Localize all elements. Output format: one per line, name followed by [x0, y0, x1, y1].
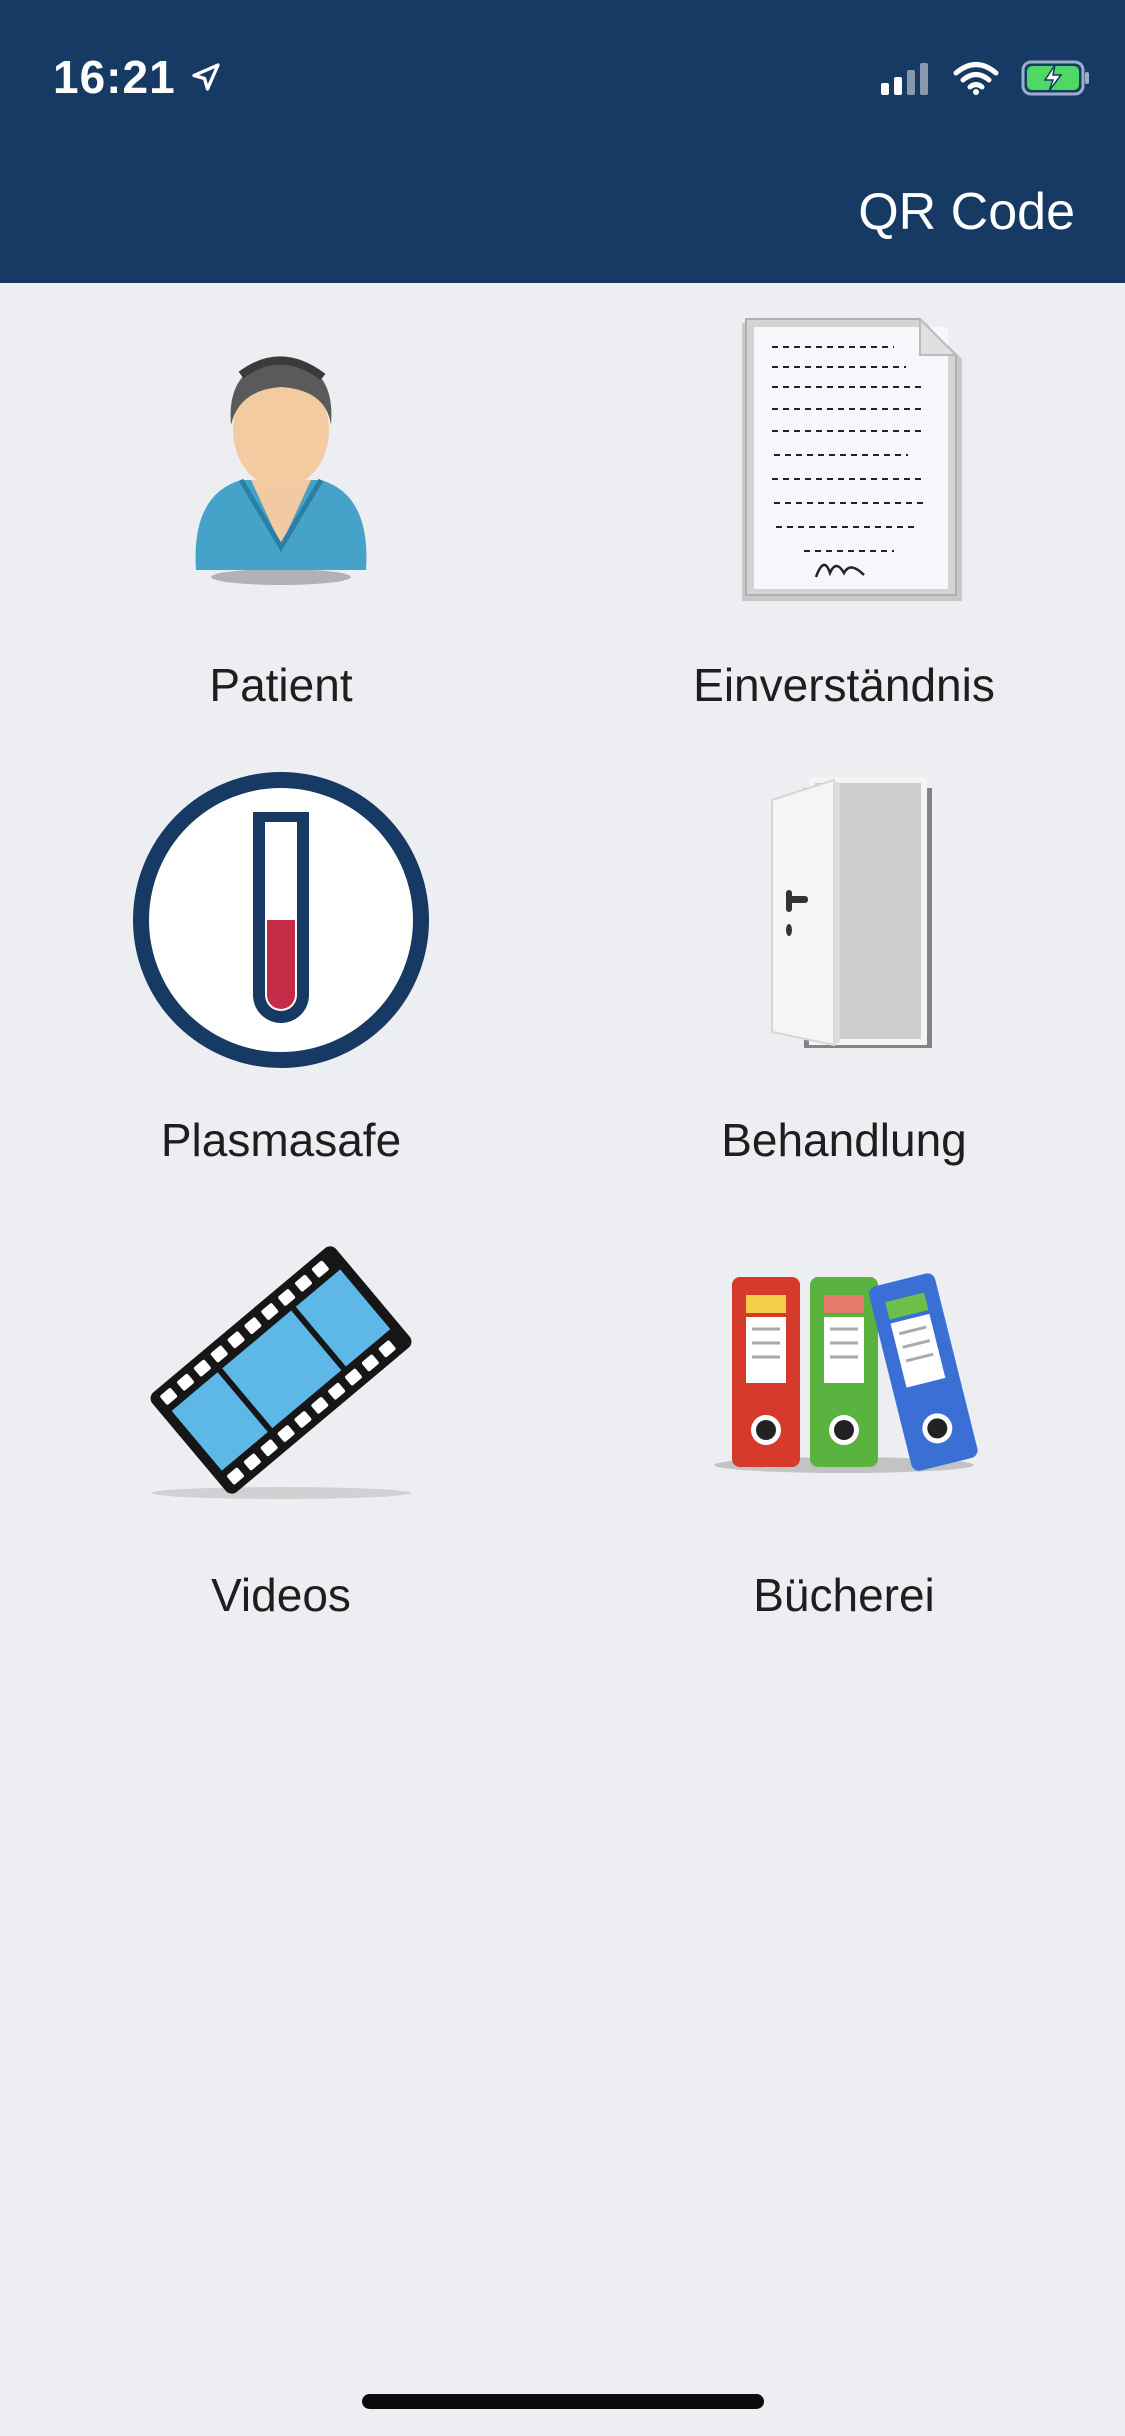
menu-item-label: Plasmasafe — [160, 1114, 402, 1166]
menu-item-consent[interactable]: Einverständnis — [563, 283, 1125, 738]
app-header: 16:21 QR Code — [0, 0, 1125, 283]
menu-item-label: Bücherei — [753, 1569, 935, 1621]
status-bar-right — [881, 60, 1091, 96]
menu-item-label: Behandlung — [721, 1114, 967, 1166]
open-door-icon — [771, 777, 932, 1048]
menu-item-label: Einverständnis — [693, 659, 995, 711]
menu-item-patient[interactable]: Patient — [0, 283, 562, 738]
test-tube-icon — [133, 772, 429, 1068]
menu-item-plasmasafe[interactable]: Plasmasafe — [0, 738, 562, 1193]
menu-item-videos[interactable]: Videos — [0, 1193, 562, 1648]
cellular-signal-icon — [881, 63, 928, 95]
status-time: 16:21 — [53, 51, 176, 103]
menu-item-label: Patient — [209, 659, 353, 711]
menu-item-label: Videos — [211, 1569, 351, 1621]
menu-item-library[interactable]: Bücherei — [563, 1193, 1125, 1648]
binders-icon — [714, 1273, 978, 1473]
home-indicator[interactable] — [362, 2394, 764, 2409]
location-arrow-icon — [192, 63, 220, 91]
patient-icon — [195, 356, 367, 585]
wifi-icon — [953, 62, 999, 95]
status-bar-left: 16:21 — [53, 50, 224, 104]
battery-charging-icon — [1021, 60, 1089, 96]
menu-item-treatment[interactable]: Behandlung — [563, 738, 1125, 1193]
qr-code-button[interactable]: QR Code — [858, 182, 1075, 242]
consent-document-icon — [742, 316, 962, 601]
film-strip-icon — [150, 1246, 412, 1499]
